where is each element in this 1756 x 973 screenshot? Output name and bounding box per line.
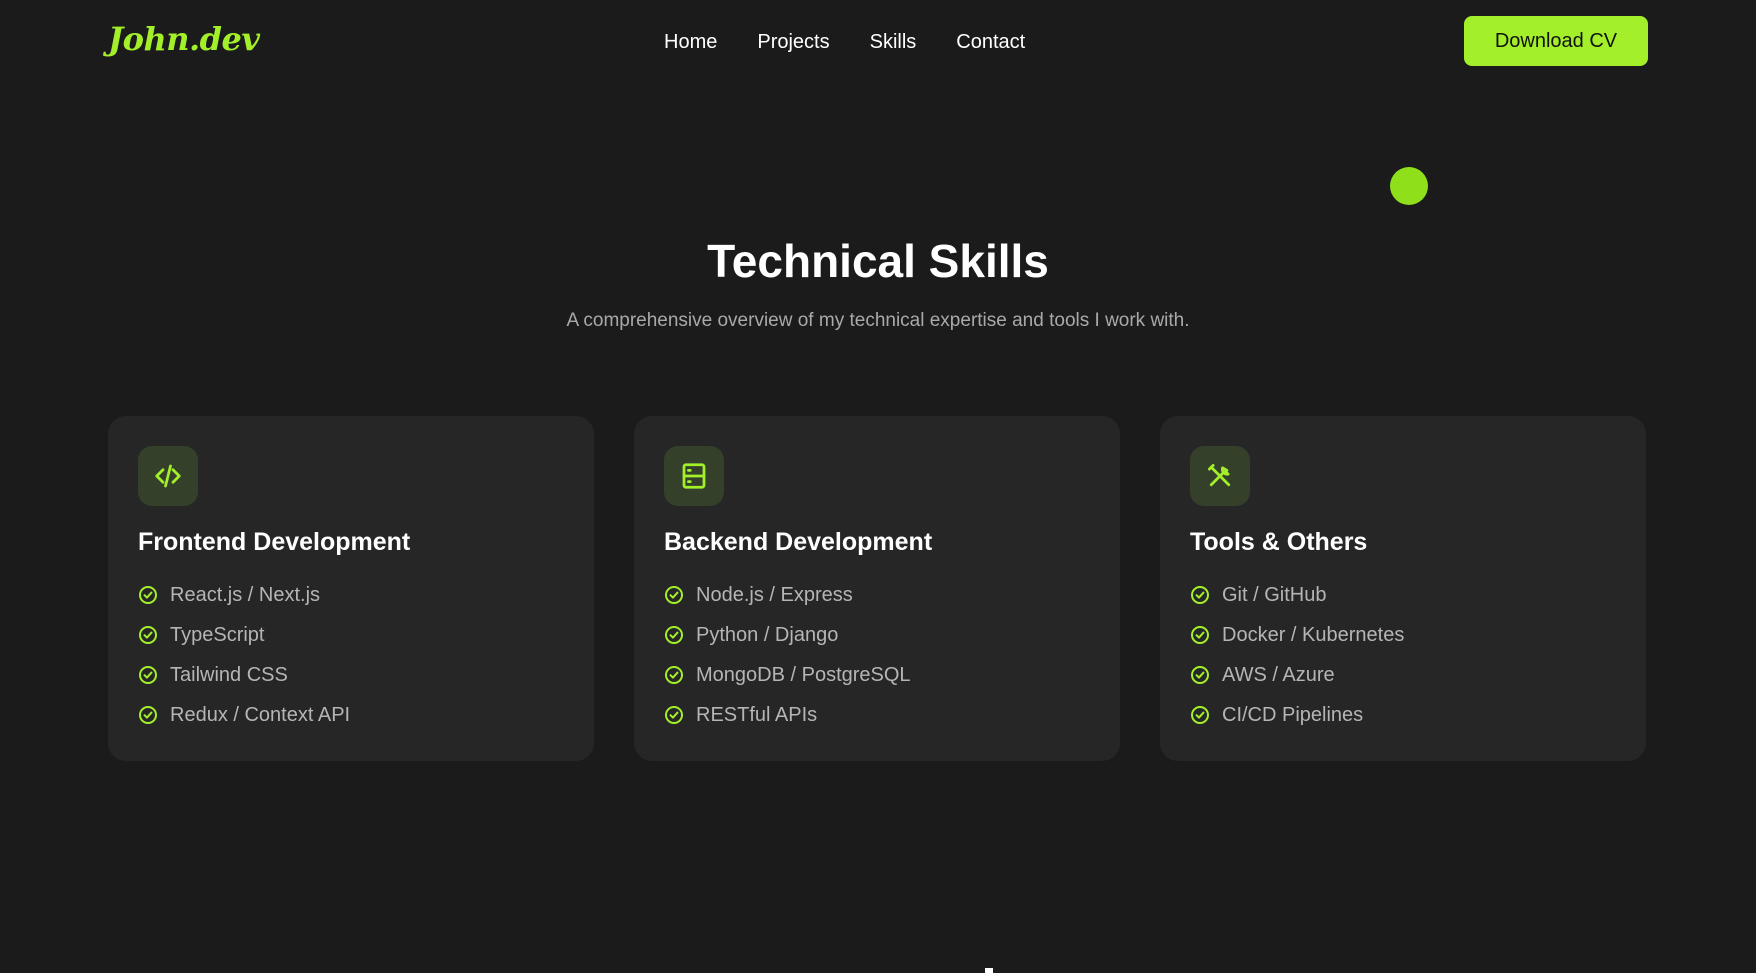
skill-label: Docker / Kubernetes (1222, 623, 1405, 646)
check-circle-icon (665, 706, 683, 724)
tools-icon (1190, 446, 1250, 506)
check-circle-icon (1191, 706, 1209, 724)
list-item: TypeScript (138, 615, 564, 655)
list-item: RESTful APIs (664, 695, 1090, 735)
logo[interactable]: John.dev (108, 20, 260, 58)
skill-label: AWS / Azure (1222, 663, 1335, 686)
check-circle-icon (139, 586, 157, 604)
skill-label: Python / Django (696, 623, 839, 646)
nav-home[interactable]: Home (664, 28, 717, 56)
card-title: Backend Development (664, 528, 933, 556)
decorative-dot (1390, 167, 1428, 205)
skill-label: RESTful APIs (696, 703, 818, 726)
skill-card-frontend: Frontend Development React.js / Next.js … (108, 416, 594, 761)
check-circle-icon (139, 666, 157, 684)
skill-cards: Frontend Development React.js / Next.js … (108, 416, 1646, 761)
skill-label: MongoDB / PostgreSQL (696, 663, 911, 686)
card-title: Frontend Development (138, 528, 411, 556)
section-title: Technical Skills (707, 235, 1049, 287)
code-icon (138, 446, 198, 506)
section-subtitle: A comprehensive overview of my technical… (566, 310, 1190, 331)
list-item: MongoDB / PostgreSQL (664, 655, 1090, 695)
check-circle-icon (139, 706, 157, 724)
skill-list: Node.js / Express Python / Django MongoD… (664, 575, 1090, 735)
skill-card-backend: Backend Development Node.js / Express Py… (634, 416, 1120, 761)
skill-label: CI/CD Pipelines (1222, 703, 1364, 726)
list-item: Python / Django (664, 615, 1090, 655)
skill-label: Redux / Context API (170, 703, 351, 726)
check-circle-icon (665, 586, 683, 604)
card-title: Tools & Others (1190, 528, 1368, 556)
download-cv-button[interactable]: Download CV (1464, 16, 1648, 66)
skill-label: TypeScript (170, 623, 265, 646)
list-item: AWS / Azure (1190, 655, 1616, 695)
list-item: Tailwind CSS (138, 655, 564, 695)
list-item: CI/CD Pipelines (1190, 695, 1616, 735)
list-item: React.js / Next.js (138, 575, 564, 615)
check-circle-icon (1191, 666, 1209, 684)
skill-list: React.js / Next.js TypeScript Tailwind C… (138, 575, 564, 735)
check-circle-icon (1191, 586, 1209, 604)
main-nav: Home Projects Skills Contact (664, 28, 1025, 56)
skill-label: Node.js / Express (696, 583, 853, 606)
page: John.dev Home Projects Skills Contact Do… (0, 0, 1756, 973)
skill-label: Git / GitHub (1222, 583, 1327, 606)
list-item: Git / GitHub (1190, 575, 1616, 615)
list-item: Redux / Context API (138, 695, 564, 735)
check-circle-icon (139, 626, 157, 644)
check-circle-icon (665, 666, 683, 684)
nav-projects[interactable]: Projects (757, 28, 829, 56)
server-icon (664, 446, 724, 506)
nav-contact[interactable]: Contact (956, 28, 1025, 56)
check-circle-icon (665, 626, 683, 644)
list-item: Docker / Kubernetes (1190, 615, 1616, 655)
scroll-indicator (985, 968, 993, 973)
skill-label: Tailwind CSS (170, 663, 288, 686)
nav-skills[interactable]: Skills (870, 28, 917, 56)
skill-label: React.js / Next.js (170, 583, 321, 606)
list-item: Node.js / Express (664, 575, 1090, 615)
site-header: John.dev Home Projects Skills Contact Do… (0, 0, 1756, 84)
skill-card-tools: Tools & Others Git / GitHub Docker / Kub… (1160, 416, 1646, 761)
skill-list: Git / GitHub Docker / Kubernetes AWS / A… (1190, 575, 1616, 735)
check-circle-icon (1191, 626, 1209, 644)
